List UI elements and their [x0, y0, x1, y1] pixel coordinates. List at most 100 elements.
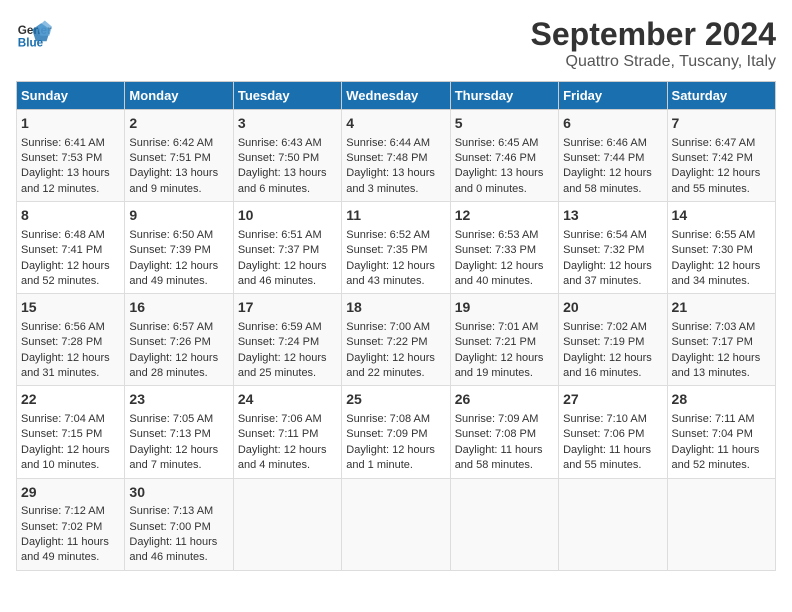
day-info: and 58 minutes. [455, 458, 554, 473]
day-info: and 25 minutes. [238, 366, 337, 381]
cell-3-0: 22Sunrise: 7:04 AMSunset: 7:15 PMDayligh… [17, 386, 125, 478]
day-info: and 55 minutes. [563, 458, 662, 473]
day-number: 13 [563, 206, 662, 226]
day-number: 25 [346, 390, 445, 410]
day-info: Sunrise: 7:06 AM [238, 412, 337, 427]
cell-3-3: 25Sunrise: 7:08 AMSunset: 7:09 PMDayligh… [342, 386, 450, 478]
day-info: and 22 minutes. [346, 366, 445, 381]
day-info: Sunset: 7:26 PM [129, 335, 228, 350]
cell-4-1: 30Sunrise: 7:13 AMSunset: 7:00 PMDayligh… [125, 478, 233, 570]
day-info: Sunrise: 6:47 AM [672, 136, 771, 151]
day-info: Daylight: 12 hours [21, 443, 120, 458]
day-info: Sunset: 7:22 PM [346, 335, 445, 350]
week-row-5: 29Sunrise: 7:12 AMSunset: 7:02 PMDayligh… [17, 478, 776, 570]
calendar-table: Sunday Monday Tuesday Wednesday Thursday… [16, 81, 776, 571]
day-info: and 12 minutes. [21, 182, 120, 197]
cell-0-1: 2Sunrise: 6:42 AMSunset: 7:51 PMDaylight… [125, 110, 233, 202]
day-info: Sunrise: 6:48 AM [21, 228, 120, 243]
cell-3-1: 23Sunrise: 7:05 AMSunset: 7:13 PMDayligh… [125, 386, 233, 478]
day-info: Sunset: 7:48 PM [346, 151, 445, 166]
col-sunday: Sunday [17, 82, 125, 110]
day-info: and 34 minutes. [672, 274, 771, 289]
logo: General Blue [16, 16, 52, 52]
page-subtitle: Quattro Strade, Tuscany, Italy [531, 53, 776, 71]
day-info: Sunrise: 7:10 AM [563, 412, 662, 427]
day-info: Daylight: 12 hours [238, 351, 337, 366]
day-info: and 49 minutes. [21, 550, 120, 565]
day-info: Sunset: 7:08 PM [455, 427, 554, 442]
day-info: Sunset: 7:53 PM [21, 151, 120, 166]
day-info: Sunset: 7:46 PM [455, 151, 554, 166]
day-info: Sunset: 7:02 PM [21, 520, 120, 535]
day-info: Sunset: 7:42 PM [672, 151, 771, 166]
col-monday: Monday [125, 82, 233, 110]
day-info: Sunset: 7:35 PM [346, 243, 445, 258]
day-info: Daylight: 12 hours [672, 259, 771, 274]
cell-1-2: 10Sunrise: 6:51 AMSunset: 7:37 PMDayligh… [233, 202, 341, 294]
day-info: Daylight: 12 hours [129, 443, 228, 458]
day-info: Sunrise: 7:12 AM [21, 504, 120, 519]
col-friday: Friday [559, 82, 667, 110]
day-info: Sunset: 7:19 PM [563, 335, 662, 350]
day-info: and 46 minutes. [129, 550, 228, 565]
cell-4-3 [342, 478, 450, 570]
day-info: Sunrise: 6:46 AM [563, 136, 662, 151]
day-info: Daylight: 12 hours [238, 259, 337, 274]
day-number: 8 [21, 206, 120, 226]
day-info: Sunset: 7:00 PM [129, 520, 228, 535]
day-number: 14 [672, 206, 771, 226]
day-info: Daylight: 11 hours [455, 443, 554, 458]
day-info: and 55 minutes. [672, 182, 771, 197]
cell-2-5: 20Sunrise: 7:02 AMSunset: 7:19 PMDayligh… [559, 294, 667, 386]
day-number: 3 [238, 114, 337, 134]
day-info: Sunrise: 7:11 AM [672, 412, 771, 427]
cell-1-6: 14Sunrise: 6:55 AMSunset: 7:30 PMDayligh… [667, 202, 775, 294]
day-number: 18 [346, 298, 445, 318]
day-info: Sunrise: 7:01 AM [455, 320, 554, 335]
title-area: September 2024 Quattro Strade, Tuscany, … [531, 16, 776, 71]
day-info: and 9 minutes. [129, 182, 228, 197]
day-info: Sunrise: 6:45 AM [455, 136, 554, 151]
day-info: Sunrise: 7:03 AM [672, 320, 771, 335]
day-info: and 4 minutes. [238, 458, 337, 473]
day-info: Sunrise: 7:04 AM [21, 412, 120, 427]
day-info: Daylight: 12 hours [129, 351, 228, 366]
day-info: and 52 minutes. [21, 274, 120, 289]
day-number: 12 [455, 206, 554, 226]
cell-2-0: 15Sunrise: 6:56 AMSunset: 7:28 PMDayligh… [17, 294, 125, 386]
cell-0-2: 3Sunrise: 6:43 AMSunset: 7:50 PMDaylight… [233, 110, 341, 202]
day-info: Daylight: 11 hours [129, 535, 228, 550]
day-info: Sunset: 7:41 PM [21, 243, 120, 258]
day-info: Daylight: 12 hours [455, 259, 554, 274]
day-info: and 16 minutes. [563, 366, 662, 381]
day-info: Daylight: 12 hours [563, 351, 662, 366]
cell-1-4: 12Sunrise: 6:53 AMSunset: 7:33 PMDayligh… [450, 202, 558, 294]
day-info: Daylight: 12 hours [672, 351, 771, 366]
day-info: and 19 minutes. [455, 366, 554, 381]
day-info: Sunrise: 6:41 AM [21, 136, 120, 151]
day-info: and 58 minutes. [563, 182, 662, 197]
day-info: and 49 minutes. [129, 274, 228, 289]
day-info: Daylight: 12 hours [238, 443, 337, 458]
day-info: Sunrise: 6:43 AM [238, 136, 337, 151]
day-info: Sunrise: 6:44 AM [346, 136, 445, 151]
day-info: Sunrise: 7:08 AM [346, 412, 445, 427]
cell-3-5: 27Sunrise: 7:10 AMSunset: 7:06 PMDayligh… [559, 386, 667, 478]
day-number: 17 [238, 298, 337, 318]
day-info: and 28 minutes. [129, 366, 228, 381]
cell-0-4: 5Sunrise: 6:45 AMSunset: 7:46 PMDaylight… [450, 110, 558, 202]
col-saturday: Saturday [667, 82, 775, 110]
page-header: General Blue September 2024 Quattro Stra… [16, 16, 776, 71]
day-info: Sunset: 7:06 PM [563, 427, 662, 442]
day-info: Daylight: 12 hours [346, 259, 445, 274]
day-info: Sunrise: 7:09 AM [455, 412, 554, 427]
cell-0-3: 4Sunrise: 6:44 AMSunset: 7:48 PMDaylight… [342, 110, 450, 202]
day-info: Daylight: 11 hours [672, 443, 771, 458]
day-info: Daylight: 12 hours [563, 166, 662, 181]
day-number: 20 [563, 298, 662, 318]
day-info: Sunset: 7:11 PM [238, 427, 337, 442]
cell-0-0: 1Sunrise: 6:41 AMSunset: 7:53 PMDaylight… [17, 110, 125, 202]
day-info: Sunrise: 7:05 AM [129, 412, 228, 427]
day-info: Sunrise: 6:56 AM [21, 320, 120, 335]
day-number: 11 [346, 206, 445, 226]
